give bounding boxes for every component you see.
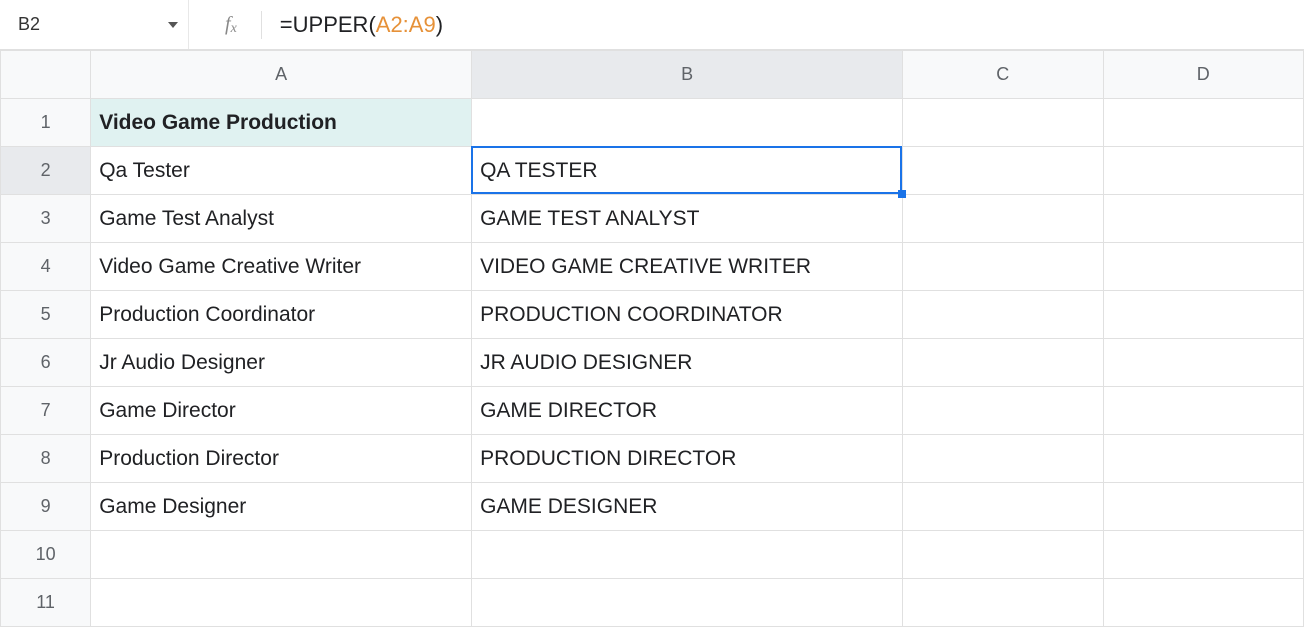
cell-b3[interactable]: GAME TEST ANALYST [472,195,903,243]
cell-c5[interactable] [903,291,1103,339]
formula-text-range: A2:A9 [376,12,436,37]
cell-d6[interactable] [1103,339,1303,387]
select-all-corner[interactable] [1,51,91,99]
col-header-c[interactable]: C [903,51,1103,99]
formula-text-fn: =UPPER [280,12,369,37]
cell-b5[interactable]: PRODUCTION COORDINATOR [472,291,903,339]
cell-a5[interactable]: Production Coordinator [91,291,472,339]
cell-a7[interactable]: Game Director [91,387,472,435]
cell-c7[interactable] [903,387,1103,435]
cell-d3[interactable] [1103,195,1303,243]
cell-d8[interactable] [1103,435,1303,483]
cell-b8[interactable]: PRODUCTION DIRECTOR [472,435,903,483]
cell-a3[interactable]: Game Test Analyst [91,195,472,243]
cell-a11[interactable] [91,579,472,627]
row-header-10[interactable]: 10 [1,531,91,579]
cell-d11[interactable] [1103,579,1303,627]
cell-a10[interactable] [91,531,472,579]
cell-b11[interactable] [472,579,903,627]
cell-b9[interactable]: GAME DESIGNER [472,483,903,531]
cell-d5[interactable] [1103,291,1303,339]
cell-ref-label: B2 [18,14,160,35]
cell-a2[interactable]: Qa Tester [91,147,472,195]
cell-c11[interactable] [903,579,1103,627]
cell-c4[interactable] [903,243,1103,291]
row-header-1[interactable]: 1 [1,99,91,147]
cell-d4[interactable] [1103,243,1303,291]
row-header-6[interactable]: 6 [1,339,91,387]
cell-c6[interactable] [903,339,1103,387]
fill-handle[interactable] [898,190,906,198]
cell-b2[interactable]: QA TESTER [472,147,903,195]
col-header-d[interactable]: D [1103,51,1303,99]
cell-d7[interactable] [1103,387,1303,435]
cell-c2[interactable] [903,147,1103,195]
cell-a9[interactable]: Game Designer [91,483,472,531]
row-header-5[interactable]: 5 [1,291,91,339]
name-box[interactable]: B2 [8,7,188,43]
formula-text-paren-open: ( [368,12,375,37]
cell-a4[interactable]: Video Game Creative Writer [91,243,472,291]
cell-b10[interactable] [472,531,903,579]
cell-c10[interactable] [903,531,1103,579]
cell-c1[interactable] [903,99,1103,147]
row-header-11[interactable]: 11 [1,579,91,627]
row-header-3[interactable]: 3 [1,195,91,243]
cell-d10[interactable] [1103,531,1303,579]
cell-b4[interactable]: VIDEO GAME CREATIVE WRITER [472,243,903,291]
cell-c3[interactable] [903,195,1103,243]
cell-b1[interactable] [472,99,903,147]
formula-input[interactable]: =UPPER(A2:A9) [280,12,1296,38]
cell-c9[interactable] [903,483,1103,531]
row-header-7[interactable]: 7 [1,387,91,435]
cell-b7[interactable]: GAME DIRECTOR [472,387,903,435]
cell-d9[interactable] [1103,483,1303,531]
cell-a1[interactable]: Video Game Production [91,99,472,147]
row-header-8[interactable]: 8 [1,435,91,483]
cell-d2[interactable] [1103,147,1303,195]
row-header-9[interactable]: 9 [1,483,91,531]
cell-c8[interactable] [903,435,1103,483]
fx-icon: fx [188,0,261,49]
row-header-2[interactable]: 2 [1,147,91,195]
col-header-b[interactable]: B [472,51,903,99]
cell-a6[interactable]: Jr Audio Designer [91,339,472,387]
col-header-a[interactable]: A [91,51,472,99]
cell-b6[interactable]: JR AUDIO DESIGNER [472,339,903,387]
cell-a8[interactable]: Production Director [91,435,472,483]
formula-bar: B2 fx =UPPER(A2:A9) [0,0,1304,50]
separator [261,11,262,39]
formula-text-paren-close: ) [436,12,443,37]
chevron-down-icon[interactable] [168,22,178,28]
cell-d1[interactable] [1103,99,1303,147]
spreadsheet-grid[interactable]: A B C D 1 Video Game Production 2 Qa Tes… [0,50,1304,627]
row-header-4[interactable]: 4 [1,243,91,291]
